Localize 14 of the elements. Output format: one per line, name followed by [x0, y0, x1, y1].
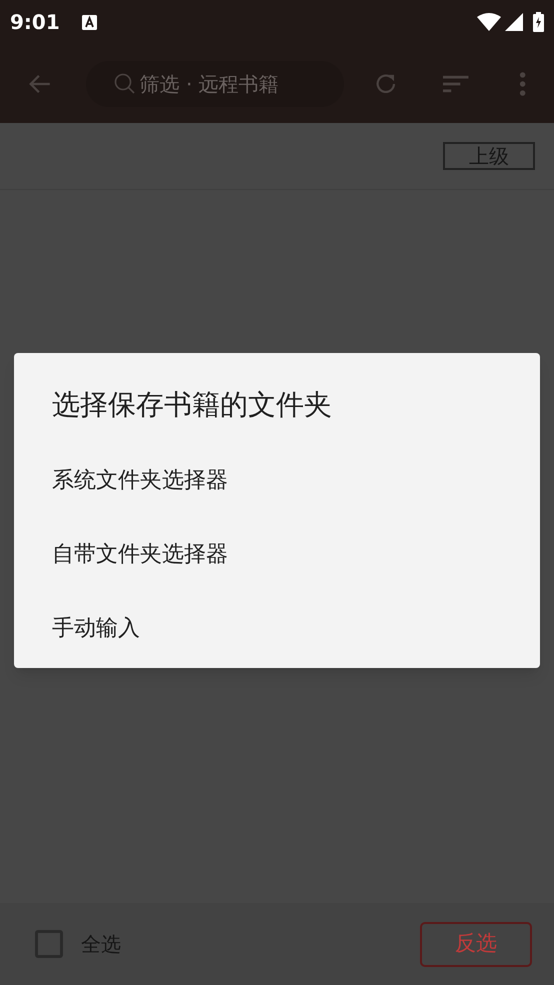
status-time: 9:01 [10, 9, 60, 36]
dialog-option[interactable]: 系统文件夹选择器 [14, 443, 540, 517]
more-icon[interactable] [518, 70, 526, 96]
sort-icon[interactable] [443, 74, 469, 94]
dialog-option[interactable]: 手动输入 [14, 591, 540, 665]
battery-icon [533, 12, 544, 32]
search-icon [114, 72, 136, 94]
dialog-option[interactable]: 自带文件夹选择器 [14, 517, 540, 591]
notification-icon [82, 14, 97, 30]
search-field[interactable]: 筛选 · 远程书籍 [86, 60, 344, 106]
dialog-title: 选择保存书籍的文件夹 [51, 387, 333, 423]
select-all-checkbox[interactable] [35, 930, 63, 958]
wifi-icon [477, 13, 501, 31]
signal-icon [505, 13, 523, 31]
